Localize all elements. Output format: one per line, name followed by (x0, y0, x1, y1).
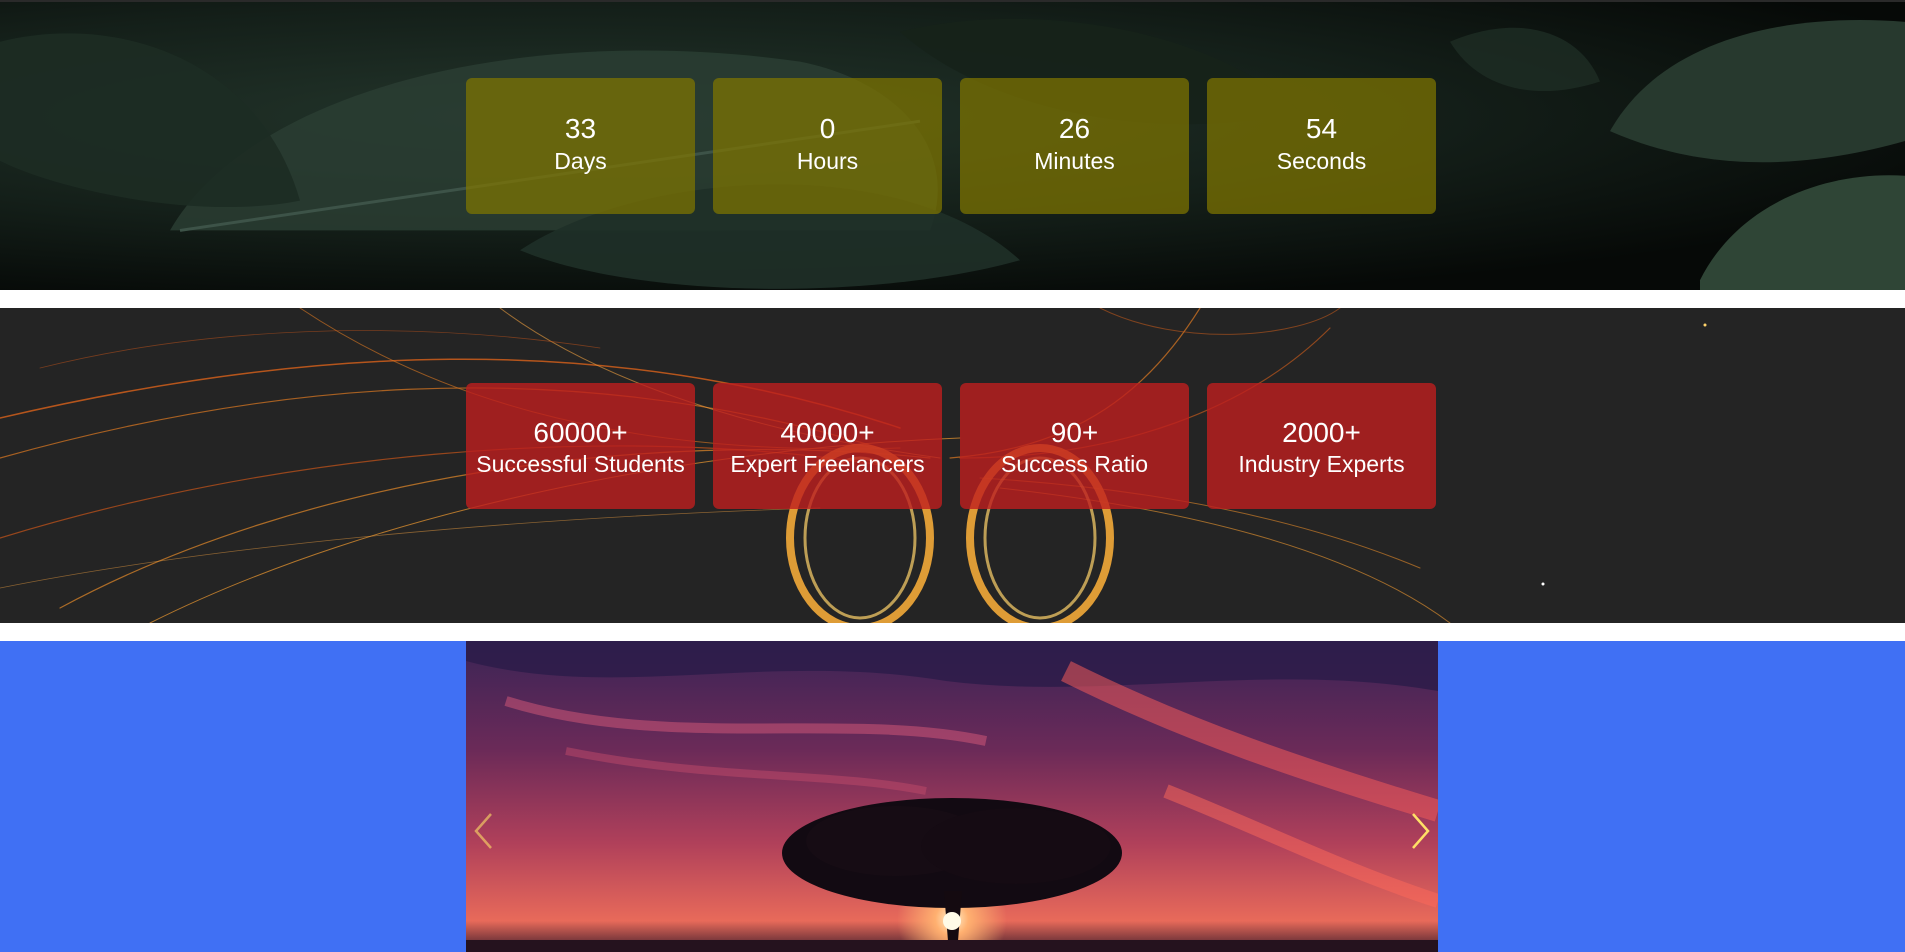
carousel-slide (466, 641, 1438, 952)
chevron-right-icon (1412, 813, 1430, 849)
countdown-value: 26 (1058, 113, 1091, 144)
countdown-seconds: 54 Seconds (1207, 78, 1436, 214)
stat-value: 2000+ (1282, 417, 1361, 448)
stat-success-ratio: 90+ Success Ratio (960, 383, 1189, 509)
stat-expert-freelancers: 40000+ Expert Freelancers (713, 383, 942, 509)
countdown-label: Days (554, 148, 607, 174)
countdown-hours: 0 Hours (713, 78, 942, 214)
sunset-tree-image (466, 641, 1438, 952)
stat-value: 60000+ (533, 417, 628, 448)
carousel-prev-button[interactable] (466, 806, 506, 856)
countdown-days: 33 Days (466, 78, 695, 214)
stat-label: Expert Freelancers (730, 451, 925, 477)
countdown-value: 54 (1305, 113, 1338, 144)
countdown-label: Seconds (1276, 148, 1367, 174)
chevron-left-icon (474, 813, 492, 849)
stat-label: Success Ratio (1000, 451, 1148, 477)
countdown-value: 33 (564, 113, 597, 144)
stats-row: 60000+ Successful Students 40000+ Expert… (466, 383, 1436, 509)
countdown-value: 0 (819, 113, 836, 144)
stat-value: 90+ (1050, 417, 1099, 448)
stat-successful-students: 60000+ Successful Students (466, 383, 695, 509)
stat-industry-experts: 2000+ Industry Experts (1207, 383, 1436, 509)
stats-section: 60000+ Successful Students 40000+ Expert… (0, 308, 1905, 623)
countdown-section: 33 Days 0 Hours 26 Minutes 54 Seconds (0, 0, 1905, 290)
countdown-label: Minutes (1034, 148, 1115, 174)
stat-label: Industry Experts (1238, 451, 1405, 477)
countdown-label: Hours (796, 148, 859, 174)
stat-value: 40000+ (780, 417, 875, 448)
carousel-section (0, 641, 1905, 952)
stat-label: Successful Students (476, 451, 685, 477)
carousel-next-button[interactable] (1398, 806, 1438, 856)
countdown-minutes: 26 Minutes (960, 78, 1189, 214)
countdown-row: 33 Days 0 Hours 26 Minutes 54 Seconds (466, 78, 1436, 214)
